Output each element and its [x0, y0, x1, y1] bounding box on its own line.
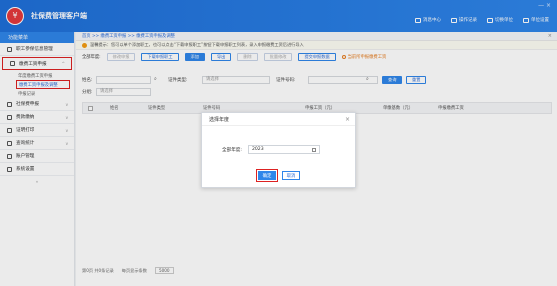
calendar-icon — [311, 147, 316, 152]
year-field-row: 全部年度: 2023 — [222, 145, 320, 154]
select-year-dialog: 选择年度 × 全部年度: 2023 确定 取消 — [201, 112, 356, 188]
close-icon[interactable]: × — [345, 116, 350, 123]
year-input[interactable]: 2023 — [247, 145, 320, 154]
cancel-button[interactable]: 取消 — [282, 171, 300, 180]
confirm-button[interactable]: 确定 — [256, 169, 278, 182]
dialog-buttons: 确定 取消 — [256, 169, 300, 182]
dialog-title: 选择年度 — [202, 113, 355, 126]
year-field-label: 全部年度: — [222, 147, 242, 153]
